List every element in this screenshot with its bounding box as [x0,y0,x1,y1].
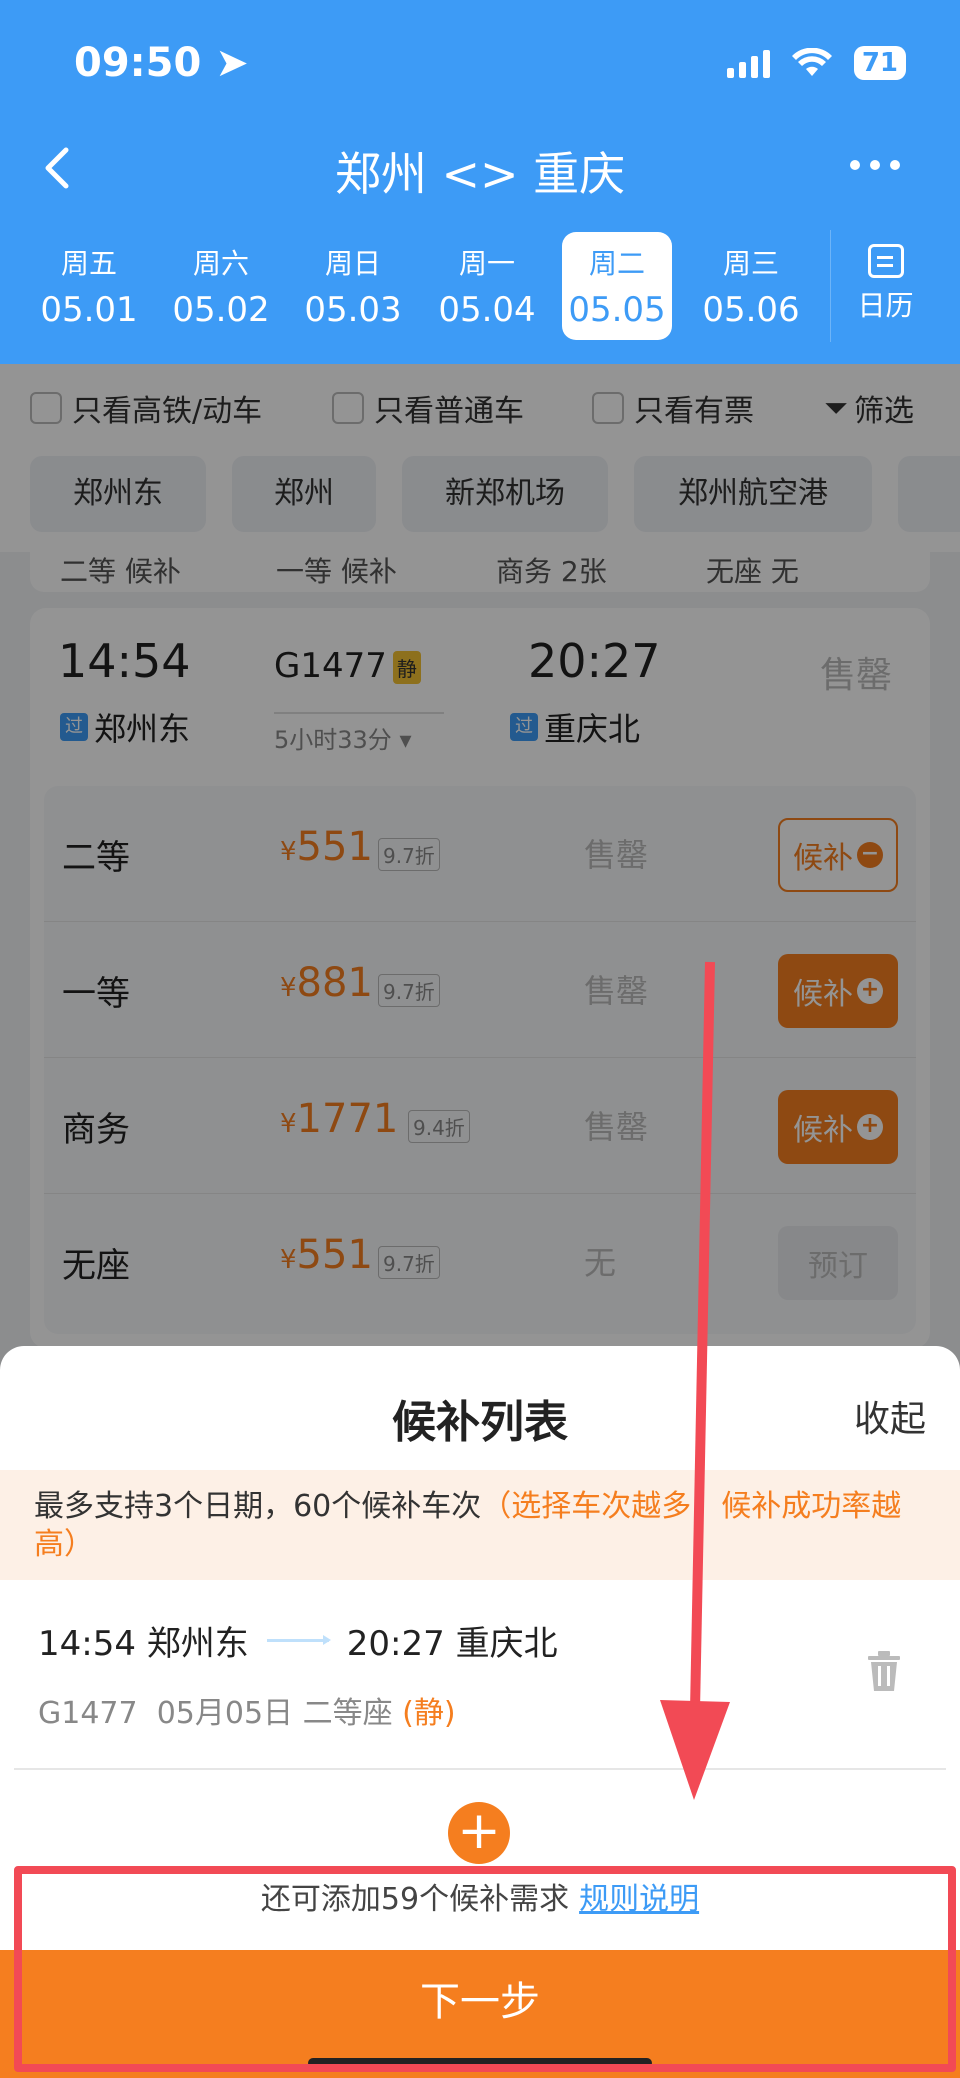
waitlist-quiet-tag: (静) [402,1696,456,1731]
battery-icon: 71 [853,46,906,80]
status-bar: 09:50 ➤ 71 [0,0,960,130]
date-tab-0506[interactable]: 周三 05.06 [696,232,806,340]
status-time: 09:50 ➤ [74,40,249,86]
notice-banner: 最多支持3个日期，60个候补车次（选择车次越多，候补成功率越高） [0,1470,960,1580]
date-dow: 周日 [324,247,381,280]
notice-text: 最多支持3个日期，60个候补车次 [34,1489,482,1524]
sheet-title: 候补列表 [392,1397,568,1448]
waitlist-date-seat: 05月05日 二等座 [156,1696,393,1731]
date-value: 05.01 [40,290,138,330]
divider [14,1768,946,1770]
date-dow: 周五 [60,247,117,280]
date-value: 05.05 [568,290,666,330]
route-title: 郑州 <> 重庆 [334,147,626,201]
date-tab-0502[interactable]: 周六 05.02 [166,232,276,340]
date-dow: 周三 [722,247,779,280]
date-tab-0501[interactable]: 周五 05.01 [34,232,144,340]
route-arrow-icon [266,1635,331,1645]
add-waitlist-button[interactable]: + [448,1802,510,1864]
waitlist-depart: 14:54 郑州东 [38,1624,249,1664]
collapse-button[interactable]: 收起 [854,1390,926,1442]
date-tab-0503[interactable]: 周日 05.03 [298,232,408,340]
date-tab-0504[interactable]: 周一 05.04 [432,232,542,340]
header: 09:50 ➤ 71 郑州 <> 重庆 周五 05.01 周六 05.02 周日… [0,0,960,364]
wifi-icon [791,48,832,76]
date-value: 05.02 [172,290,270,330]
waitlist-train-no: G1477 [38,1696,138,1731]
waitlist-arrive: 20:27 重庆北 [346,1624,558,1664]
date-tab-0505[interactable]: 周二 05.05 [562,232,672,340]
waitlist-route: 14:54 郑州东 20:27 重庆北 [38,1616,558,1665]
date-value: 05.04 [438,290,536,330]
date-dow: 周六 [192,247,249,280]
trash-icon[interactable] [866,1650,902,1692]
calendar-label: 日历 [857,289,914,322]
waitlist-item: 14:54 郑州东 20:27 重庆北 G1477 05月05日 二等座 (静) [0,1580,960,1770]
status-icons: 71 [726,46,906,80]
more-icon[interactable] [850,160,900,170]
date-dow: 周一 [458,247,515,280]
location-arrow-icon: ➤ [215,40,249,86]
calendar-button[interactable]: 日历 [830,230,940,342]
date-selector: 周五 05.01 周六 05.02 周日 05.03 周一 05.04 周二 0… [22,230,960,342]
date-value: 05.06 [702,290,800,330]
nav-bar: 郑州 <> 重庆 [0,130,960,210]
cellular-signal-icon [726,48,770,78]
annotation-highlight-box [14,1866,956,2072]
waitlist-details: G1477 05月05日 二等座 (静) [38,1688,456,1732]
date-value: 05.03 [304,290,402,330]
date-dow: 周二 [588,247,645,280]
calendar-icon [867,244,904,278]
